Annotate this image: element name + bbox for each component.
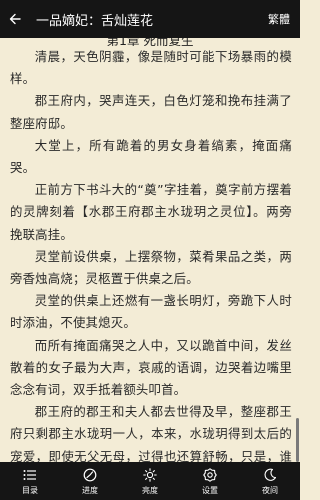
paragraph: 郡王府的郡王和夫人都去世得及早，整座郡王府只剩郡主水珑玥一人，本来，水珑玥得到太… bbox=[10, 404, 292, 462]
paragraph: 正前方下书斗大的“奠”字挂着，奠字前方摆着的灵牌刻着【水郡王府郡主水珑玥之灵位】… bbox=[10, 182, 292, 242]
nav-label: 亮度 bbox=[142, 485, 158, 495]
top-bar: 一品嫡妃：舌灿莲花 繁體 bbox=[0, 0, 300, 38]
back-button[interactable] bbox=[0, 0, 30, 38]
paragraph: 清晨，天色阴霾，像是随时可能下场暴雨的模样。 bbox=[10, 49, 292, 87]
paragraph: 灵堂的供桌上还燃有一盏长明灯，旁跪下人时时添油，不使其熄灭。 bbox=[10, 293, 292, 331]
chapter-content: 清晨，天色阴霾，像是随时可能下场暴雨的模样。 郡王府内，哭声连天，白色灯笼和挽布… bbox=[0, 46, 300, 462]
list-icon bbox=[23, 467, 37, 483]
back-arrow-icon bbox=[9, 13, 21, 25]
reading-area[interactable]: 第1章 死而复生 清晨，天色阴霾，像是随时可能下场暴雨的模样。 郡王府内，哭声连… bbox=[0, 38, 300, 462]
nav-item-progress[interactable]: 进度 bbox=[60, 462, 120, 500]
paragraph: 灵堂前设供桌，上摆祭物，菜肴果品之类，两旁香烛高烧；灵柩置于供桌之后。 bbox=[10, 248, 292, 287]
progress-icon bbox=[83, 467, 97, 483]
moon-icon bbox=[263, 467, 277, 483]
gear-icon bbox=[203, 467, 217, 483]
scrollbar[interactable] bbox=[296, 418, 299, 462]
nav-label: 设置 bbox=[202, 485, 218, 495]
nav-label: 目录 bbox=[22, 485, 38, 495]
nav-item-toc[interactable]: 目录 bbox=[0, 462, 60, 500]
nav-item-night-mode[interactable]: 夜间 bbox=[240, 462, 300, 500]
brightness-icon bbox=[143, 467, 157, 483]
paragraph: 大堂上，所有跪着的男女身着缟素，掩面痛哭。 bbox=[10, 137, 292, 176]
chapter-title: 第1章 死而复生 bbox=[106, 38, 194, 46]
paragraph: 郡王府内，哭声连天，白色灯笼和挽布挂满了整座府邸。 bbox=[10, 93, 292, 131]
paragraph: 而所有掩面痛哭之人中，又以跪首中间，发丝散着的女子最为大声，哀戚的语调，边哭着边… bbox=[10, 337, 292, 398]
nav-label: 进度 bbox=[82, 485, 98, 495]
bottom-nav: 目录 进度 亮度 设置 夜间 bbox=[0, 462, 300, 500]
nav-item-brightness[interactable]: 亮度 bbox=[120, 462, 180, 500]
book-title: 一品嫡妃：舌灿莲花 bbox=[36, 13, 154, 29]
nav-label: 夜间 bbox=[262, 485, 278, 495]
nav-item-settings[interactable]: 设置 bbox=[180, 462, 240, 500]
traditional-chinese-toggle[interactable]: 繁體 bbox=[268, 11, 290, 27]
